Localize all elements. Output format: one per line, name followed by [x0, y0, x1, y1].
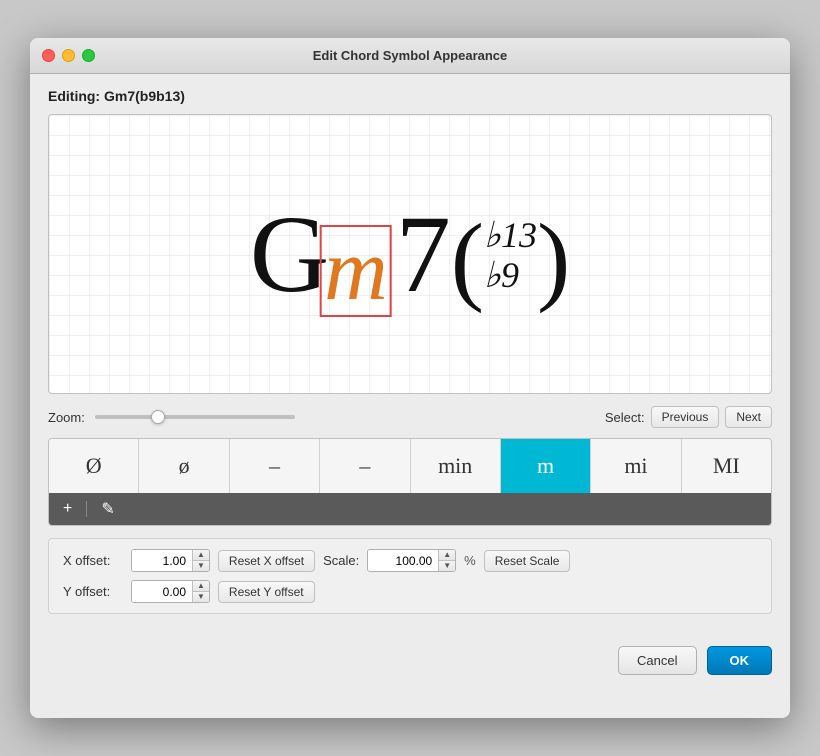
y-offset-input-group: ▲ ▼ — [131, 580, 210, 603]
chord-preview: G m 7 ( ♭13 ♭9 ) — [48, 114, 772, 394]
dialog-window: Edit Chord Symbol Appearance Editing: Gm… — [30, 38, 790, 718]
y-offset-down[interactable]: ▼ — [193, 592, 209, 602]
y-offset-label: Y offset: — [63, 584, 123, 599]
scale-label: Scale: — [323, 553, 359, 568]
offsets-area: X offset: ▲ ▼ Reset X offset Scale: ▲ ▼ — [48, 538, 772, 614]
y-offset-up[interactable]: ▲ — [193, 581, 209, 592]
cancel-button[interactable]: Cancel — [618, 646, 696, 675]
reset-y-offset-button[interactable]: Reset Y offset — [218, 581, 315, 603]
edit-token-button[interactable]: ✎ — [97, 499, 118, 519]
chord-symbol-display: G m 7 ( ♭13 ♭9 ) — [250, 199, 571, 309]
select-group: Select: Previous Next — [605, 406, 772, 428]
scale-input[interactable] — [368, 550, 438, 571]
x-offset-row: X offset: ▲ ▼ Reset X offset Scale: ▲ ▼ — [63, 549, 757, 572]
previous-button[interactable]: Previous — [651, 406, 720, 428]
tokens-area: Øø––minmmiMI + ✎ — [48, 438, 772, 526]
x-offset-label: X offset: — [63, 553, 123, 568]
tokens-row: Øø––minmmiMI — [49, 439, 771, 493]
scale-input-group: ▲ ▼ — [367, 549, 456, 572]
chord-root: G — [250, 199, 324, 309]
y-offset-stepper: ▲ ▼ — [192, 581, 209, 602]
main-content: Editing: Gm7(b9b13) G m 7 ( ♭13 ♭9 ) — [30, 74, 790, 632]
x-offset-input-group: ▲ ▼ — [131, 549, 210, 572]
scale-stepper: ▲ ▼ — [438, 550, 455, 571]
window-controls — [42, 49, 95, 62]
x-offset-stepper: ▲ ▼ — [192, 550, 209, 571]
y-offset-row: Y offset: ▲ ▼ Reset Y offset — [63, 580, 757, 603]
ok-button[interactable]: OK — [707, 646, 773, 675]
window-title: Edit Chord Symbol Appearance — [313, 48, 508, 63]
editing-label: Editing: Gm7(b9b13) — [48, 88, 772, 104]
chord-seventh: 7 — [396, 199, 451, 309]
token-dim-circle[interactable]: Ø — [49, 439, 139, 493]
scale-up[interactable]: ▲ — [439, 550, 455, 561]
minimize-button[interactable] — [62, 49, 75, 62]
token-m[interactable]: m — [501, 439, 591, 493]
token-MI[interactable]: MI — [682, 439, 771, 493]
x-offset-up[interactable]: ▲ — [193, 550, 209, 561]
titlebar: Edit Chord Symbol Appearance — [30, 38, 790, 74]
token-half-dim[interactable]: ø — [139, 439, 229, 493]
token-min[interactable]: min — [411, 439, 501, 493]
y-offset-input[interactable] — [132, 581, 192, 602]
zoom-label: Zoom: — [48, 410, 85, 425]
toolbar-divider — [86, 501, 87, 517]
reset-scale-button[interactable]: Reset Scale — [484, 550, 571, 572]
zoom-slider[interactable] — [95, 415, 295, 419]
chord-extensions: ( ♭13 ♭9 ) — [451, 209, 571, 309]
select-label: Select: — [605, 410, 645, 425]
token-dash1[interactable]: – — [230, 439, 320, 493]
dialog-footer: Cancel OK — [30, 632, 790, 693]
add-token-button[interactable]: + — [59, 500, 76, 518]
token-dash2[interactable]: – — [320, 439, 410, 493]
token-mi[interactable]: mi — [591, 439, 681, 493]
reset-x-offset-button[interactable]: Reset X offset — [218, 550, 315, 572]
percent-label: % — [464, 553, 476, 568]
maximize-button[interactable] — [82, 49, 95, 62]
x-offset-down[interactable]: ▼ — [193, 561, 209, 571]
close-button[interactable] — [42, 49, 55, 62]
tokens-toolbar: + ✎ — [49, 493, 771, 525]
x-offset-input[interactable] — [132, 550, 192, 571]
next-button[interactable]: Next — [725, 406, 772, 428]
zoom-select-row: Zoom: Select: Previous Next — [48, 406, 772, 428]
chord-quality-selected: m — [320, 225, 392, 317]
scale-down[interactable]: ▼ — [439, 561, 455, 571]
